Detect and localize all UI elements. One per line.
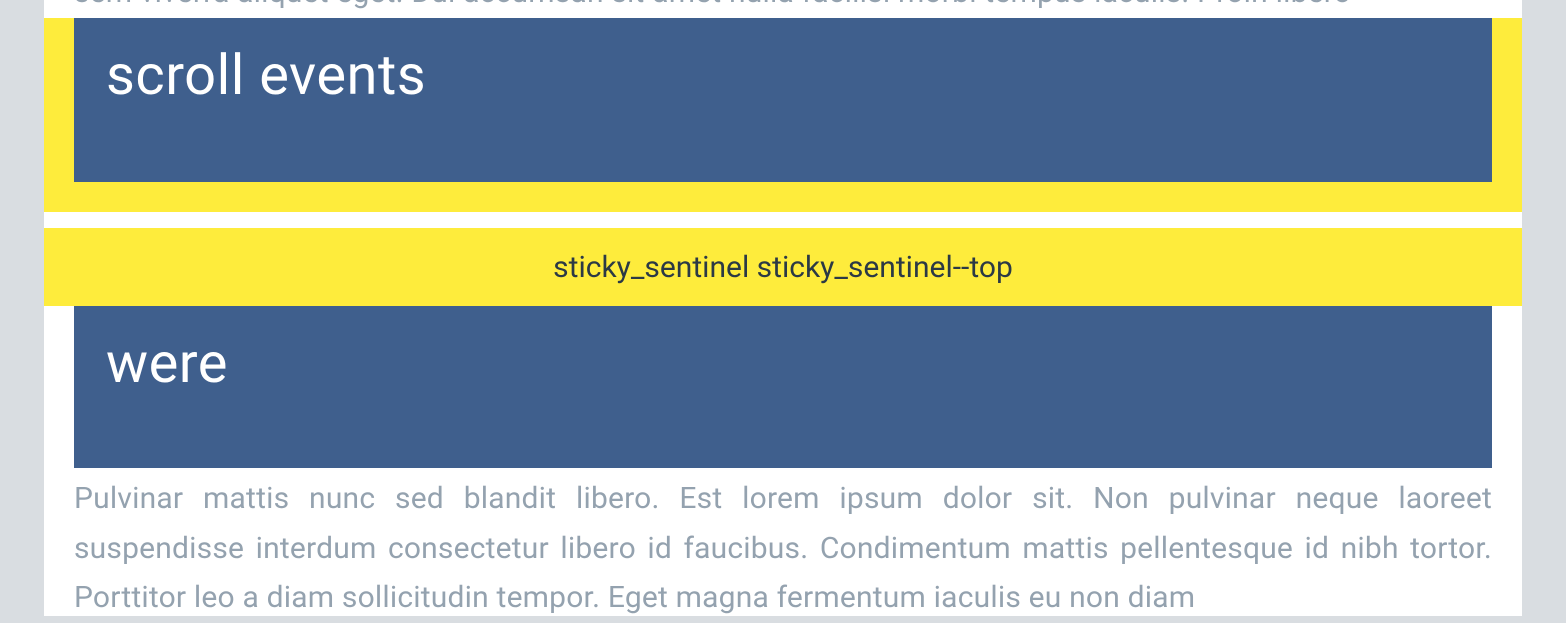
section-2-sticky-header: were — [74, 306, 1492, 468]
section-2-header-title: were — [106, 330, 228, 396]
section-1-header-title: scroll events — [106, 42, 426, 108]
section-1-sticky-header: scroll events — [74, 18, 1492, 182]
page-content: sem viverra aliquet eget. Dui accumsan s… — [44, 0, 1522, 616]
page-gutter-left — [0, 0, 44, 616]
section-1-paragraph-fragment: sem viverra aliquet eget. Dui accumsan s… — [74, 0, 1492, 17]
sentinel-label: sticky_sentinel sticky_sentinel--top — [553, 250, 1013, 285]
section-2-top-sentinel: sticky_sentinel sticky_sentinel--top — [44, 228, 1522, 306]
page-gutter-right — [1522, 0, 1566, 616]
section-2-paragraph: Pulvinar mattis nunc sed blandit libero.… — [74, 474, 1492, 623]
